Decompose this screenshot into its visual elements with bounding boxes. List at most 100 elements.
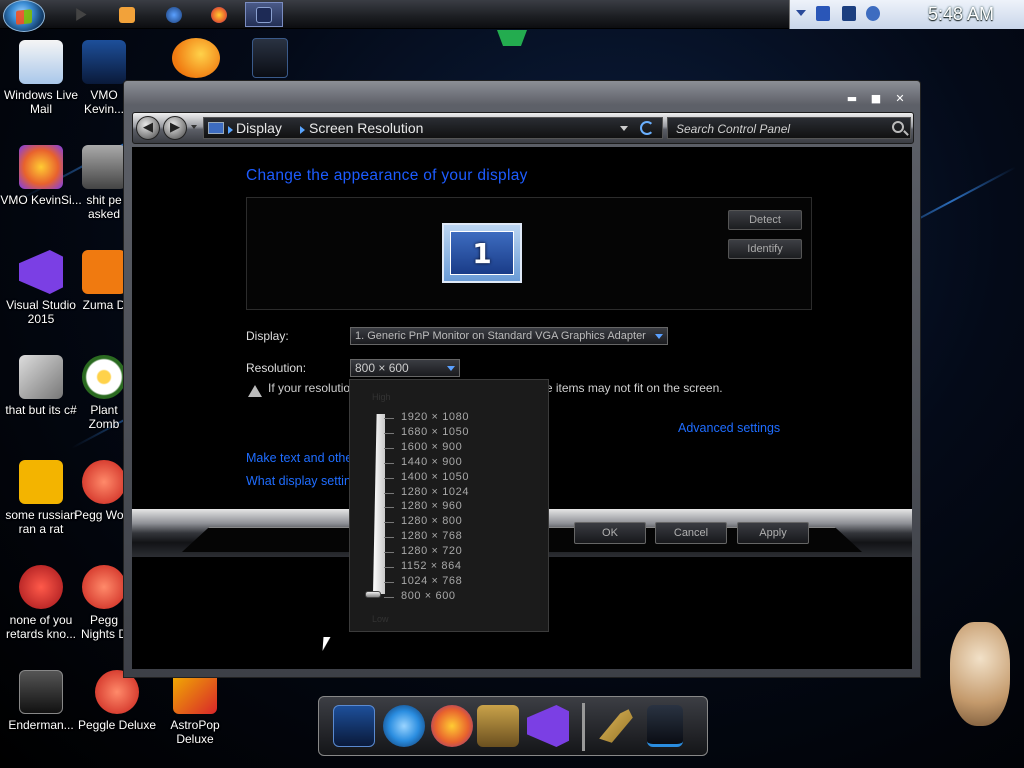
desktop-icon-some-russian[interactable]: some russian ran a rat (0, 460, 82, 536)
apply-button[interactable]: Apply (737, 522, 809, 544)
system-tray: 5:48 AM (789, 0, 1024, 29)
display-label: Display: (246, 329, 289, 343)
dragon-icon (19, 565, 63, 609)
back-button[interactable]: ◀ (136, 116, 160, 140)
clock[interactable]: 5:48 AM (928, 4, 994, 25)
close-button[interactable]: ✕ (894, 92, 906, 105)
taskbar-app-firefox[interactable] (200, 2, 238, 27)
monitor-icon[interactable] (333, 705, 375, 747)
resolution-option[interactable]: 1280 × 1024 (384, 486, 534, 500)
peggle-icon (82, 565, 126, 609)
maximize-button[interactable]: ■ (870, 92, 882, 105)
document-icon (82, 145, 126, 189)
slider-tick (384, 477, 394, 479)
breadcrumb-screen-resolution[interactable]: Screen Resolution (309, 120, 423, 136)
search-input[interactable] (668, 119, 878, 139)
page-title: Change the appearance of your display (246, 167, 528, 184)
taskbar-app-media-player[interactable] (62, 2, 100, 27)
identify-button[interactable]: Identify (728, 239, 802, 259)
resolution-option[interactable]: 800 × 600 (384, 590, 534, 604)
taskbar-app-browser[interactable] (155, 2, 193, 27)
box-app-icon[interactable] (477, 705, 519, 747)
refresh-icon[interactable] (640, 121, 654, 135)
ok-button[interactable]: OK (574, 522, 646, 544)
taskbar: 5:48 AM (0, 0, 1024, 46)
desktop-icon-label: Windows Live Mail (3, 88, 79, 116)
resolution-option[interactable]: 1280 × 800 (384, 515, 534, 529)
slider-tick (384, 522, 394, 524)
taskbar-app-display-settings[interactable] (245, 2, 283, 27)
resolution-option-label: 1280 × 768 (401, 530, 463, 543)
firefox-icon (211, 6, 227, 23)
mail-icon (19, 40, 63, 84)
resolution-option[interactable]: 1400 × 1050 (384, 471, 534, 485)
advanced-settings-link[interactable]: Advanced settings (678, 421, 780, 435)
terminal-icon (19, 670, 63, 714)
desktop-icon-label: some russian ran a rat (5, 508, 77, 536)
chevron-down-icon (655, 334, 663, 339)
resolution-option[interactable]: 1680 × 1050 (384, 426, 534, 440)
desktop-icon-label: AstroPop Deluxe (170, 718, 220, 746)
slider-tick (384, 507, 394, 509)
minimize-button[interactable]: ▬ (846, 92, 858, 105)
recent-pages-icon[interactable] (191, 125, 197, 129)
dock-separator (582, 703, 585, 751)
network-tray-icon[interactable] (842, 6, 856, 21)
slider-low-label: Low (372, 614, 389, 624)
desktop-icon-astropop[interactable]: AstroPop Deluxe (154, 670, 236, 746)
desktop-icon-label: Peggle Deluxe (77, 718, 157, 732)
security-tray-icon[interactable] (816, 6, 830, 21)
desktop-icon-windows-live-mail[interactable]: Windows Live Mail (0, 40, 82, 116)
resolution-option[interactable]: 1920 × 1080 (384, 411, 534, 425)
resolution-dropdown[interactable]: High 1920 × 1080 1680 × 1050 1600 × 900 144… (349, 379, 549, 632)
breadcrumb[interactable]: Display Screen Resolution (203, 117, 663, 139)
cancel-button[interactable]: Cancel (655, 522, 727, 544)
warning-icon (248, 385, 262, 397)
resolution-option[interactable]: 1152 × 864 (384, 560, 534, 574)
start-button[interactable] (3, 0, 45, 32)
resolution-slider-thumb[interactable] (365, 591, 381, 598)
resolution-option-label: 1600 × 900 (401, 440, 463, 453)
volume-tray-icon[interactable] (866, 6, 880, 21)
desktop-icon-peggle-deluxe[interactable]: Peggle Deluxe (76, 670, 158, 732)
resolution-option[interactable]: 1280 × 960 (384, 500, 534, 514)
resolution-option[interactable]: 1280 × 720 (384, 545, 534, 559)
resolution-select[interactable]: 800 × 600 (350, 359, 460, 377)
breadcrumb-display[interactable]: Display (236, 120, 282, 136)
slider-high-label: High (372, 392, 391, 402)
resolution-option-label: 1280 × 1024 (401, 485, 470, 498)
resolution-option[interactable]: 1600 × 900 (384, 441, 534, 455)
desktop-icon-vmo[interactable]: VMO KevinSi... (0, 145, 82, 207)
desktop-icon-label: Visual Studio 2015 (6, 298, 76, 326)
desktop-icon-that-but-its-csharp[interactable]: that but its c# (0, 355, 82, 417)
network-globe-icon[interactable] (383, 705, 425, 747)
search-icon[interactable] (892, 121, 904, 133)
firefox-icon[interactable] (431, 705, 473, 747)
resolution-option[interactable]: 1440 × 900 (384, 456, 534, 470)
tray-expand-icon[interactable] (796, 10, 806, 16)
forward-button[interactable]: ▶ (163, 116, 187, 140)
desktop-icon-label: none of you retards kno... (5, 613, 77, 641)
desktop-icon-visual-studio[interactable]: Visual Studio 2015 (0, 250, 82, 326)
visual-studio-icon[interactable] (527, 705, 569, 747)
monitor-icon (82, 40, 126, 84)
desktop-icon-none-of-you[interactable]: none of you retards kno... (0, 565, 82, 641)
detect-button[interactable]: Detect (728, 210, 802, 230)
slider-tick (384, 462, 394, 464)
resolution-option[interactable]: 1024 × 768 (384, 575, 534, 589)
display-select[interactable]: 1. Generic PnP Monitor on Standard VGA G… (350, 327, 668, 345)
tools-icon[interactable] (599, 709, 633, 743)
trash-bin-icon[interactable] (252, 38, 288, 78)
pull-tab-icon[interactable] (497, 30, 527, 46)
address-dropdown-icon[interactable] (620, 126, 628, 131)
trash-bin-icon[interactable] (647, 705, 683, 747)
breadcrumb-arrow-icon (228, 126, 233, 134)
chevron-down-icon (447, 366, 455, 371)
taskbar-app-video-player[interactable] (108, 2, 146, 27)
monitor-1[interactable]: 1 (442, 223, 522, 283)
goldfish-icon[interactable] (172, 38, 220, 78)
slider-tick (384, 581, 394, 583)
search-box[interactable] (667, 117, 911, 139)
resolution-option[interactable]: 1280 × 768 (384, 530, 534, 544)
desktop-icon-enderman[interactable]: Enderman... (0, 670, 82, 732)
